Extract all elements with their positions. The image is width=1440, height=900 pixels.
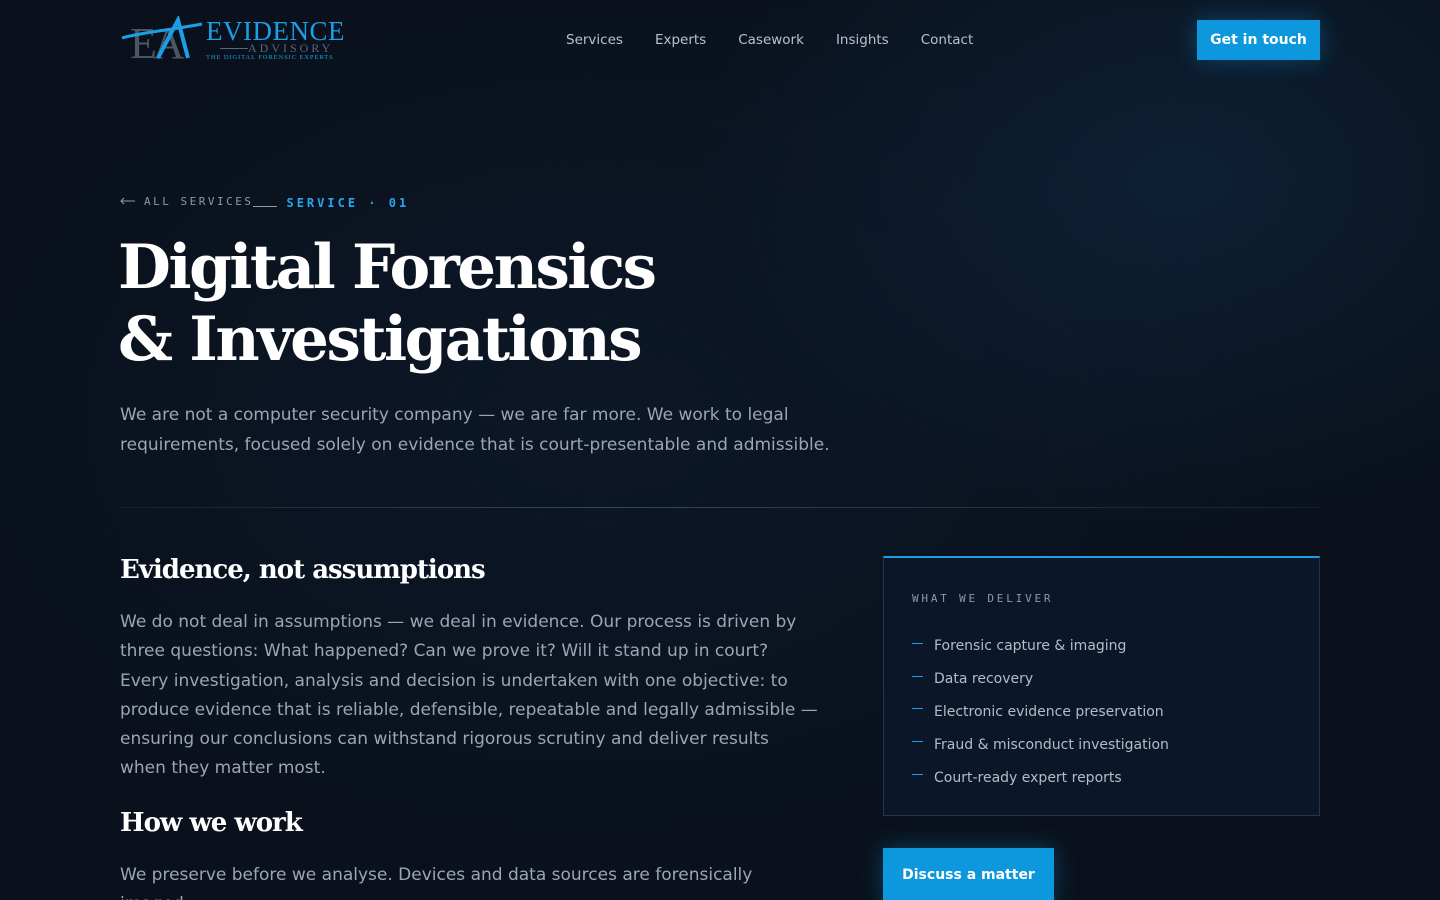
get-in-touch-button[interactable]: Get in touch <box>1197 20 1320 60</box>
main-nav: Services Experts Casework Insights Conta… <box>566 31 1005 49</box>
section-body-how-we-work: We preserve before we analyse. Devices a… <box>120 865 753 900</box>
section-divider <box>120 507 1320 508</box>
all-services-link[interactable]: ALL SERVICES <box>120 195 253 208</box>
deliver-list: Forensic capture & imaging Data recovery… <box>912 630 1169 794</box>
nav-experts[interactable]: Experts <box>655 31 706 49</box>
dash-icon <box>912 642 923 644</box>
site-logo[interactable]: EA EVIDENCE ADVISORY The Digital Forensi… <box>120 14 344 64</box>
dash-icon <box>912 741 923 743</box>
list-item: Fraud & misconduct investigation <box>912 728 1169 761</box>
page-title-line-1: Digital Forensics <box>118 232 657 303</box>
hero-lead: We are not a computer security company —… <box>120 405 830 455</box>
list-item: Data recovery <box>912 663 1169 696</box>
list-item: Court-ready expert reports <box>912 761 1169 794</box>
nav-insights[interactable]: Insights <box>836 31 889 49</box>
list-item-label: Data recovery <box>934 671 1034 688</box>
section-title-evidence: Evidence, not assumptions <box>120 555 486 585</box>
logo-rule <box>220 48 248 49</box>
section-body-evidence: We do not deal in assumptions — we deal … <box>120 612 818 779</box>
breadcrumb: ALL SERVICES SERVICE · 01 <box>120 192 409 210</box>
all-services-label: ALL SERVICES <box>144 194 254 208</box>
dash-icon <box>912 708 923 710</box>
dash-icon <box>912 774 923 776</box>
dash-icon <box>912 675 923 677</box>
discuss-matter-button[interactable]: Discuss a matter <box>883 848 1054 900</box>
list-item: Electronic evidence preservation <box>912 696 1169 729</box>
arrow-left-icon <box>120 197 135 205</box>
list-item: Forensic capture & imaging <box>912 630 1169 663</box>
breadcrumb-divider <box>253 205 278 207</box>
ea-monogram-icon: EA <box>121 16 203 62</box>
list-item-label: Fraud & misconduct investigation <box>934 736 1169 753</box>
service-tag: SERVICE · 01 <box>286 196 410 210</box>
logo-tagline: The Digital Forensic Experts <box>206 54 334 61</box>
nav-contact[interactable]: Contact <box>921 31 974 49</box>
section-title-how-we-work: How we work <box>120 808 303 838</box>
nav-services[interactable]: Services <box>566 31 623 49</box>
what-we-deliver-card: WHAT WE DELIVER Forensic capture & imagi… <box>883 556 1320 816</box>
page-title: Digital Forensics & Investigations <box>118 232 657 376</box>
nav-casework[interactable]: Casework <box>738 31 804 49</box>
logo-subword: ADVISORY <box>248 41 334 55</box>
card-kicker: WHAT WE DELIVER <box>912 592 1054 605</box>
page-title-line-2: & Investigations <box>118 304 643 375</box>
list-item-label: Electronic evidence preservation <box>934 703 1164 720</box>
list-item-label: Forensic capture & imaging <box>934 638 1127 655</box>
site-header: EA EVIDENCE ADVISORY The Digital Forensi… <box>0 0 1440 80</box>
list-item-label: Court-ready expert reports <box>934 769 1122 786</box>
